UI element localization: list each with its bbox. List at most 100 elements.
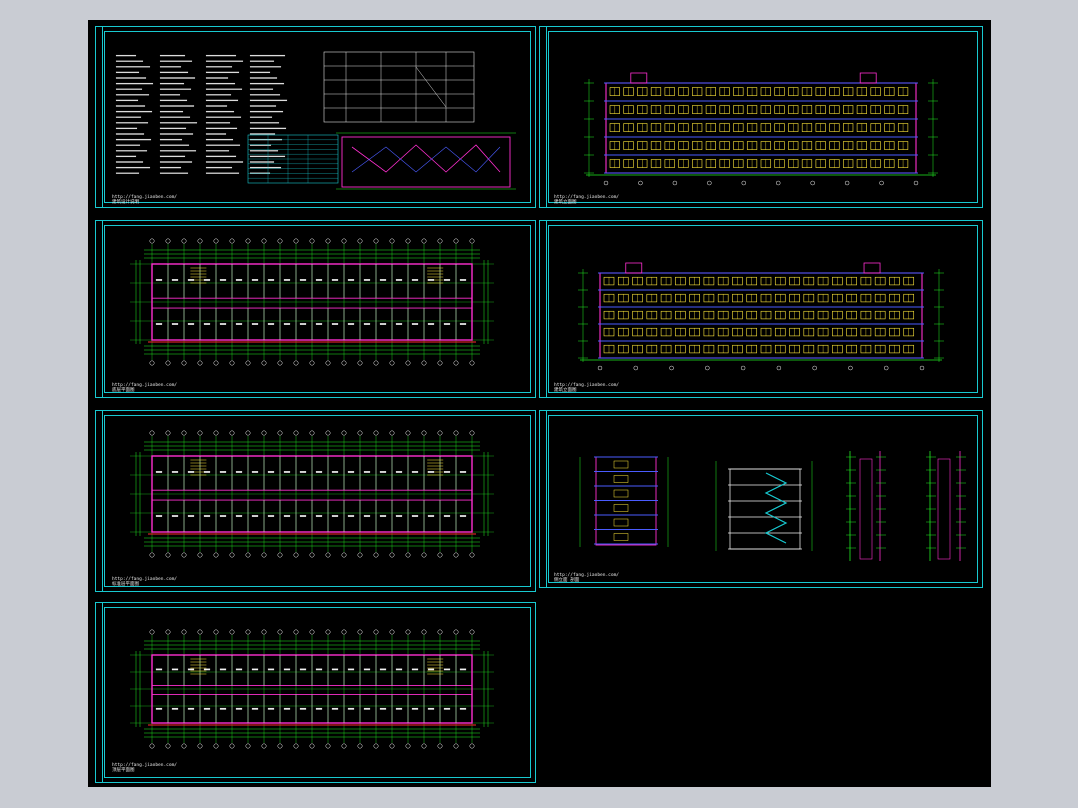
sheet-ground-floor-plan[interactable]: http://fang.jiaoben.com/ 底层平面图 bbox=[95, 220, 536, 398]
notes-text-line bbox=[205, 133, 227, 135]
credit-note: 建筑设计说明 bbox=[112, 200, 139, 205]
room-label bbox=[443, 279, 451, 281]
axis-bubble bbox=[309, 238, 315, 244]
standard-floor-plan-drawing bbox=[130, 430, 494, 558]
axis-bubble bbox=[373, 430, 379, 436]
sheet-front-elevation[interactable]: http://fang.jiaoben.com/ 建筑立面图 bbox=[539, 26, 983, 208]
window bbox=[613, 518, 629, 527]
notes-text-line bbox=[205, 99, 239, 102]
sheet-top-floor-plan[interactable]: http://fang.jiaoben.com/ 顶层平面图 bbox=[95, 602, 536, 783]
room-label bbox=[427, 668, 435, 671]
room-label bbox=[347, 279, 355, 281]
axis-bubble bbox=[149, 360, 155, 366]
room-label bbox=[379, 668, 387, 671]
notes-text-line bbox=[159, 71, 189, 74]
axis-bubble bbox=[309, 743, 315, 749]
notes-text-line bbox=[249, 172, 271, 174]
axis-bubble bbox=[469, 629, 475, 635]
axis-bubble bbox=[245, 430, 251, 436]
window bbox=[613, 489, 629, 498]
room-label bbox=[171, 471, 179, 473]
notes-text-line bbox=[205, 94, 232, 96]
notes-text-line bbox=[115, 60, 144, 62]
roof-tower bbox=[859, 72, 877, 84]
room-label bbox=[331, 471, 339, 473]
room-label bbox=[347, 707, 355, 710]
notes-text-line bbox=[115, 66, 151, 68]
notes-text-line bbox=[115, 77, 147, 79]
notes-text-line bbox=[159, 144, 190, 146]
notes-text-line bbox=[249, 105, 277, 107]
notes-text-line bbox=[115, 161, 144, 163]
notes-text-line bbox=[115, 110, 153, 113]
room-label bbox=[283, 515, 291, 517]
notes-text-line bbox=[115, 71, 140, 74]
axis-bubble bbox=[469, 360, 475, 366]
axis-bubble bbox=[812, 365, 817, 371]
room-label bbox=[187, 279, 195, 281]
axis-bubble bbox=[261, 629, 267, 635]
notes-text-line bbox=[249, 60, 275, 62]
notes-text-line bbox=[249, 161, 275, 163]
room-label bbox=[363, 279, 371, 281]
room-label bbox=[331, 668, 339, 671]
axis-bubble bbox=[181, 238, 187, 244]
sheet-standard-floor-plan[interactable]: http://fang.jiaoben.com/ 标准层平面图 bbox=[95, 410, 536, 592]
room-label bbox=[459, 279, 467, 281]
axis-bubble bbox=[213, 430, 219, 436]
axis-bubble bbox=[213, 552, 219, 558]
notes-text-line bbox=[115, 138, 152, 141]
axis-bubble bbox=[181, 430, 187, 436]
sheet-rear-elevation[interactable]: http://fang.jiaoben.com/ 建筑立面图 bbox=[539, 220, 983, 398]
cad-drawing-canvas[interactable]: http://fang.jiaoben.com/ 建筑设计说明 http://f… bbox=[88, 20, 991, 787]
axis-bubble bbox=[389, 238, 395, 244]
axis-bubble bbox=[597, 365, 603, 371]
room-label bbox=[219, 668, 227, 671]
room-label bbox=[187, 668, 195, 671]
notes-text-line bbox=[159, 82, 185, 85]
sheet-design-notes[interactable]: http://fang.jiaoben.com/ 建筑设计说明 bbox=[95, 26, 536, 208]
axis-bubble bbox=[341, 743, 347, 749]
room-label bbox=[267, 707, 275, 710]
room-label bbox=[283, 707, 291, 710]
notes-text-line bbox=[159, 122, 198, 124]
room-label bbox=[443, 515, 451, 517]
room-label bbox=[251, 323, 259, 325]
axis-bubble bbox=[197, 629, 203, 635]
credit-note: 侧立面 剖面 bbox=[554, 578, 580, 583]
room-label bbox=[411, 471, 419, 473]
notes-text-line bbox=[159, 54, 186, 57]
notes-text-line bbox=[159, 161, 193, 163]
room-label bbox=[395, 668, 403, 671]
room-label bbox=[427, 707, 435, 710]
notes-text-line bbox=[249, 99, 288, 102]
roof-outline bbox=[341, 136, 511, 188]
room-label bbox=[379, 707, 387, 710]
notes-text-line bbox=[249, 138, 283, 141]
wall-detail-section bbox=[859, 458, 873, 560]
axis-bubble bbox=[707, 180, 712, 186]
room-label bbox=[203, 668, 211, 671]
room-label bbox=[219, 707, 227, 710]
room-label bbox=[235, 471, 243, 473]
notes-text-line bbox=[115, 94, 150, 96]
axis-bubble bbox=[229, 552, 235, 558]
room-label bbox=[235, 279, 243, 281]
axis-bubble bbox=[325, 743, 331, 749]
ground-floor-plan-drawing bbox=[130, 238, 494, 366]
axis-bubble bbox=[705, 365, 710, 371]
notes-text-line bbox=[159, 155, 186, 158]
axis-bubble bbox=[421, 552, 427, 558]
room-label bbox=[411, 323, 419, 325]
axis-bubble bbox=[309, 430, 315, 436]
axis-bubble bbox=[229, 238, 235, 244]
axis-bubble bbox=[389, 360, 395, 366]
axis-bubble bbox=[197, 552, 203, 558]
axis-bubble bbox=[213, 238, 219, 244]
notes-text-line bbox=[115, 150, 148, 152]
axis-bubble bbox=[293, 430, 299, 436]
notes-text-line bbox=[205, 82, 236, 85]
room-label bbox=[379, 471, 387, 473]
sheet-side-elevations-sections[interactable]: http://fang.jiaoben.com/ 侧立面 剖面 bbox=[539, 410, 983, 588]
axis-bubble bbox=[405, 430, 411, 436]
